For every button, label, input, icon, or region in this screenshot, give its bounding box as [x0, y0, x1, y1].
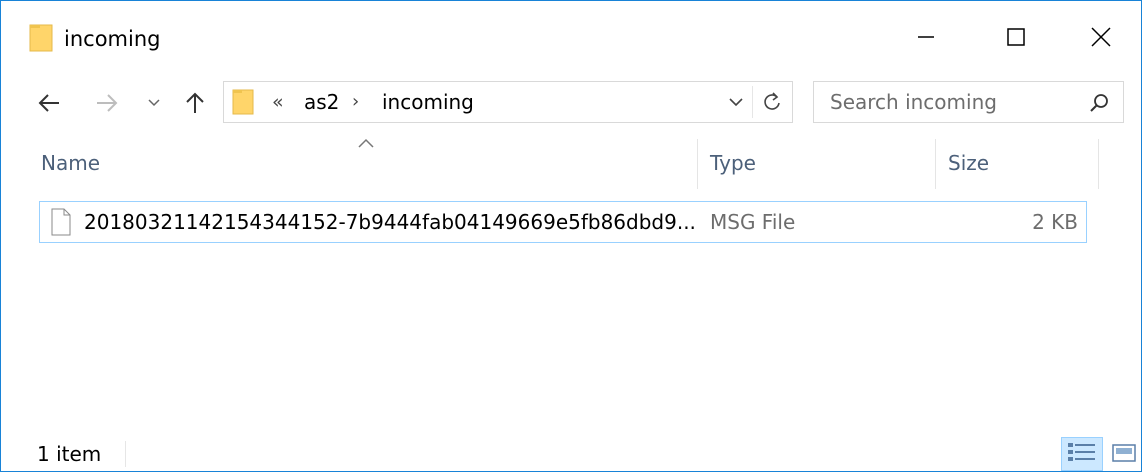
status-divider — [125, 441, 126, 467]
large-icons-view-icon — [1112, 444, 1136, 462]
title-bar[interactable]: incoming — [1, 1, 1141, 73]
column-label-size: Size — [948, 151, 990, 175]
close-icon — [1091, 27, 1111, 47]
file-type: MSG File — [710, 210, 796, 234]
address-bar[interactable]: « as2 › incoming — [223, 81, 793, 123]
column-label-name: Name — [41, 151, 101, 175]
close-button[interactable] — [1061, 1, 1141, 73]
file-icon — [51, 208, 71, 236]
back-button[interactable] — [29, 85, 69, 121]
up-button[interactable] — [177, 85, 213, 121]
search-icon[interactable] — [1086, 90, 1112, 116]
breadcrumb-as2[interactable]: as2 — [304, 90, 339, 114]
arrow-up-icon — [186, 92, 204, 113]
breadcrumb-incoming[interactable]: incoming — [382, 90, 474, 114]
minimize-icon — [918, 36, 934, 38]
refresh-button[interactable] — [758, 88, 786, 116]
folder-icon — [29, 24, 53, 52]
overflow-chevron[interactable]: « — [272, 90, 284, 114]
status-item-count: 1 item — [37, 442, 102, 466]
search-input[interactable]: Search incoming — [830, 90, 997, 114]
maximize-icon — [1007, 28, 1025, 46]
large-icons-view-button[interactable] — [1107, 437, 1141, 471]
file-size: 2 KB — [1032, 210, 1078, 234]
breadcrumb-separator[interactable]: › — [352, 90, 359, 114]
file-name: 20180321142154344152-7b9444fab04149669e5… — [84, 210, 696, 234]
recent-locations-button[interactable] — [139, 85, 169, 121]
chevron-down-icon — [729, 98, 743, 107]
search-box[interactable]: Search incoming — [813, 81, 1124, 123]
refresh-icon — [764, 92, 780, 110]
arrow-right-icon — [97, 94, 118, 112]
forward-button[interactable] — [87, 85, 127, 121]
arrow-left-icon — [38, 94, 59, 112]
address-divider — [752, 86, 753, 118]
window-title: incoming — [64, 27, 161, 51]
column-label-type: Type — [710, 151, 756, 175]
address-dropdown-button[interactable] — [724, 90, 748, 114]
folder-icon — [232, 89, 254, 115]
column-header-type[interactable]: Type — [697, 139, 936, 189]
explorer-window: incoming « as2 › incoming Search incomin… — [0, 0, 1142, 472]
column-header-name[interactable]: Name — [31, 139, 697, 189]
chevron-down-icon — [148, 99, 160, 107]
maximize-button[interactable] — [971, 1, 1061, 73]
column-header-size[interactable]: Size — [935, 139, 1099, 189]
list-item[interactable]: 20180321142154344152-7b9444fab04149669e5… — [39, 201, 1087, 243]
details-view-icon — [1068, 443, 1095, 461]
minimize-button[interactable] — [881, 1, 971, 73]
details-view-button[interactable] — [1061, 437, 1103, 471]
